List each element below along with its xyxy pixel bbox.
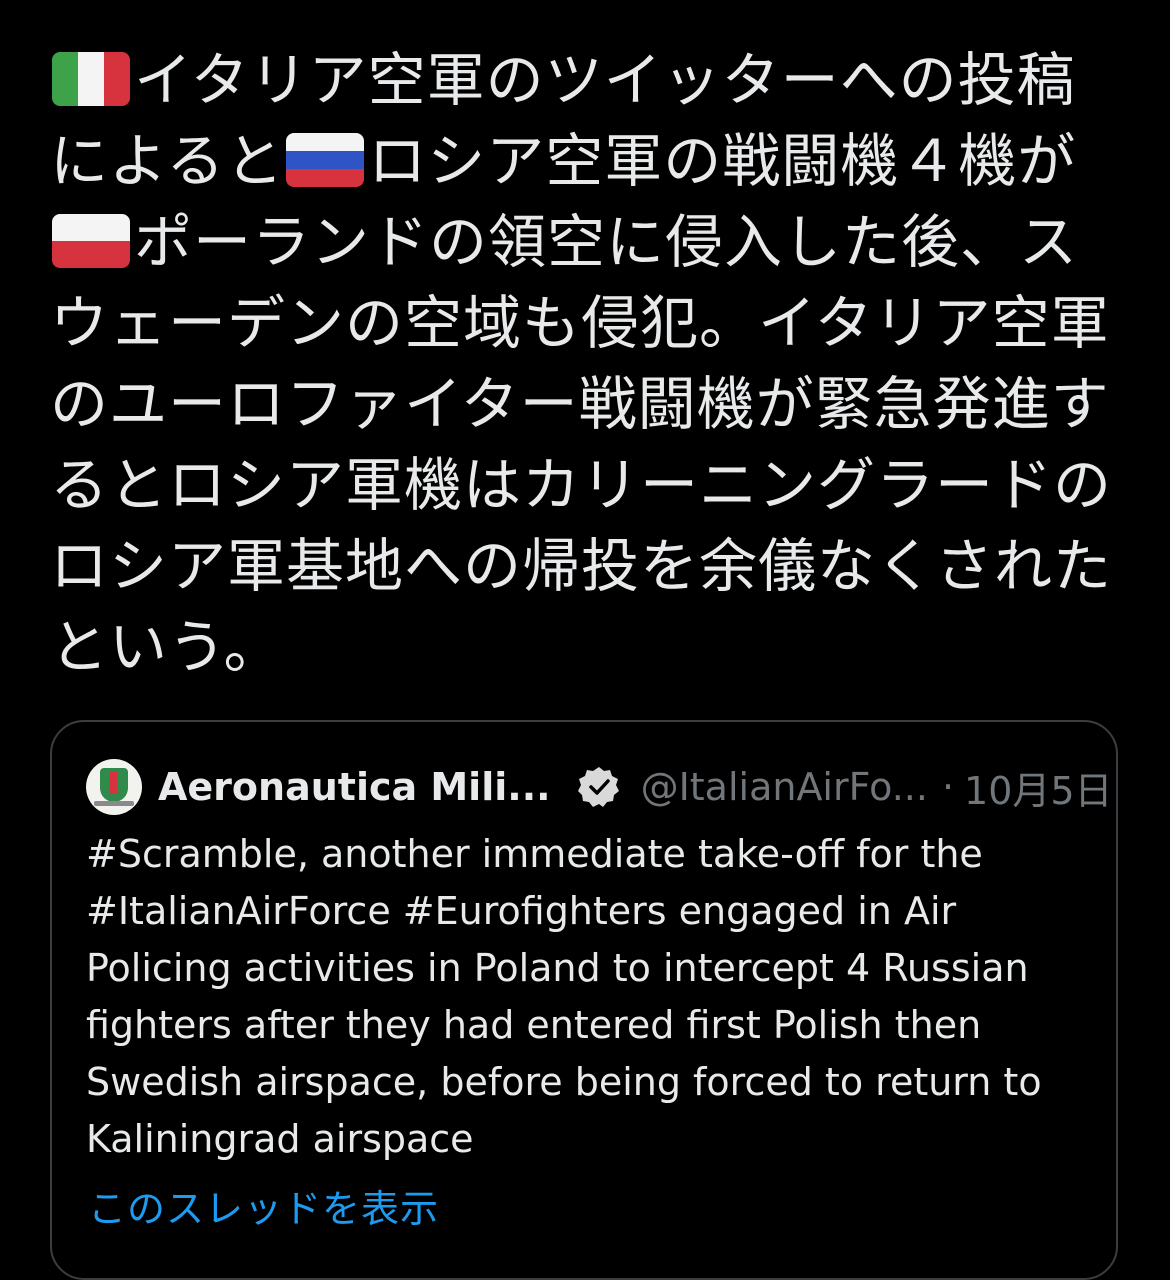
quoted-tweet-header: Aeronautica Mili... @ItalianAirFo... · 1… (86, 758, 1113, 816)
quoted-author-handle[interactable]: @ItalianAirFo... (641, 765, 928, 809)
header-separator: · (941, 765, 955, 809)
poland-flag-icon (52, 214, 130, 268)
avatar[interactable] (86, 759, 142, 815)
tweet-text: イタリア空軍のツイッターへの投稿によると ロシア空軍の戦闘機４機がポーランドの領空… (50, 40, 1130, 688)
quoted-tweet-date[interactable]: 10月5日 (964, 760, 1113, 815)
show-thread-link[interactable]: このスレッドを表示 (88, 1178, 439, 1233)
italy-flag-icon (52, 52, 130, 106)
tweet-text-segment: ロシア空軍の戦闘機４機が (368, 127, 1077, 195)
crest-band (94, 801, 134, 806)
russia-flag-icon (286, 133, 365, 187)
quoted-tweet-card[interactable]: Aeronautica Mili... @ItalianAirFo... · 1… (50, 720, 1118, 1280)
verified-badge-icon (577, 767, 619, 807)
tweet-text-segment: ポーランドの領空に侵入した後、スウェーデンの空域も侵犯。イタリア空軍のユーロファ… (50, 208, 1113, 681)
quoted-author-name[interactable]: Aeronautica Mili... (158, 765, 551, 809)
quoted-tweet-body: #Scramble, another immediate take-off fo… (86, 832, 1042, 1161)
crest-cross (110, 772, 118, 794)
